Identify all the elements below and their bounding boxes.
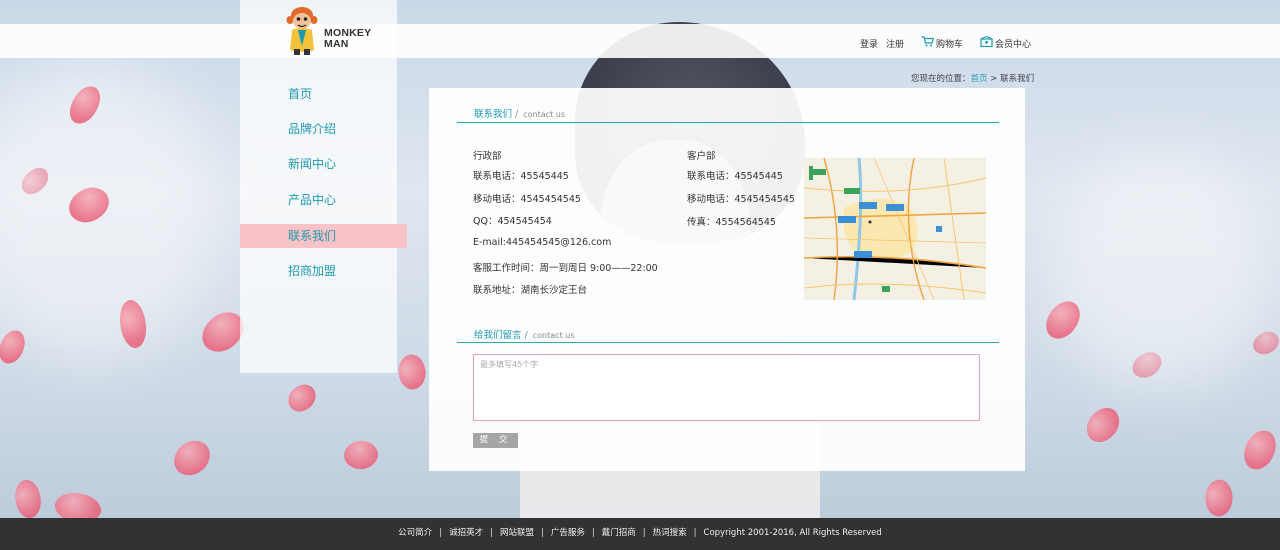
message-textarea[interactable]: 最多填写45个字 [473, 354, 980, 421]
footer-separator: | [642, 528, 646, 538]
sidebar-item-label: 首页 [288, 87, 313, 101]
footer-link-about[interactable]: 公司简介 [398, 518, 432, 549]
breadcrumb-current: 联系我们 [1000, 74, 1035, 84]
admin-heading: 行政部 [473, 151, 502, 162]
section-divider [457, 122, 999, 123]
footer-separator: | [540, 528, 544, 538]
breadcrumb-home-link[interactable]: 首页 [971, 74, 988, 84]
location-map[interactable] [804, 158, 986, 300]
submit-button[interactable]: 提 交 [473, 433, 518, 448]
message-section-title: 给我们留言 / contact us [474, 330, 575, 341]
admin-qq: QQ：454545454 [473, 216, 552, 227]
member-icon[interactable] [980, 36, 993, 47]
logo-wordmark: MONKEY MAN [324, 27, 372, 50]
admin-email: E-mail:445454545@126.com [473, 237, 612, 248]
sidebar-item-label: 品牌介绍 [288, 122, 337, 136]
customer-fax: 传真：4554564545 [687, 217, 776, 228]
footer-link-franchise[interactable]: 戴门招商 [602, 518, 636, 549]
sidebar-item-products[interactable]: 产品中心 [240, 188, 397, 212]
cart-link[interactable]: 购物车 [936, 37, 963, 50]
sidebar-item-home[interactable]: 首页 [240, 82, 397, 106]
map-graphic [804, 158, 986, 300]
footer-link-search[interactable]: 热词搜索 [653, 518, 687, 549]
footer-separator: | [439, 528, 443, 538]
brand-logo[interactable]: MONKEY MAN [286, 6, 371, 58]
footer-link-affiliates[interactable]: 网站联盟 [500, 518, 534, 549]
register-link[interactable]: 注册 [886, 37, 904, 50]
member-center-link[interactable]: 会员中心 [995, 37, 1031, 50]
message-placeholder: 最多填写45个字 [480, 360, 539, 369]
login-link[interactable]: 登录 [860, 37, 878, 50]
sidebar-item-label: 联系我们 [288, 229, 337, 243]
footer: 公司简介 | 诚招英才 | 网站联盟 | 广告服务 | 戴门招商 | 热词搜索 | Copyright … [0, 518, 1280, 550]
sidebar-item-franchise[interactable]: 招商加盟 [240, 259, 397, 283]
sidebar-item-label: 产品中心 [288, 193, 337, 207]
sidebar-item-contact[interactable]: 联系我们 [240, 224, 407, 248]
breadcrumb-prefix: 您现在的位置： [911, 74, 971, 84]
contact-section-title: 联系我们 / contact us [474, 109, 565, 120]
contact-panel: 联系我们 / contact us 行政部 联系电话：45545445 移动电话… [429, 88, 1025, 471]
monkey-logo-icon [286, 7, 318, 55]
customer-phone: 联系电话：45545445 [687, 171, 783, 182]
footer-separator: | [591, 528, 595, 538]
admin-address: 联系地址：湖南长沙定王台 [473, 285, 588, 296]
sidebar-item-label: 招商加盟 [288, 264, 337, 278]
admin-phone: 联系电话：45545445 [473, 171, 569, 182]
footer-separator: | [693, 528, 697, 538]
admin-mobile: 移动电话：4545454545 [473, 194, 581, 205]
breadcrumb: 您现在的位置：首页 > 联系我们 [911, 72, 1034, 84]
customer-heading: 客户部 [687, 151, 716, 162]
section-divider [457, 342, 999, 343]
sidebar-item-brand[interactable]: 品牌介绍 [240, 117, 397, 141]
breadcrumb-separator: > [987, 74, 1001, 84]
footer-separator: | [490, 528, 493, 538]
admin-hours: 客服工作时间：周一到周日 9:00——22:00 [473, 263, 658, 274]
cart-icon[interactable] [921, 36, 934, 47]
footer-link-ads[interactable]: 广告服务 [551, 518, 585, 549]
footer-link-careers[interactable]: 诚招英才 [449, 518, 483, 549]
footer-copyright: Copyright 2001-2016, All Rights Reserved [703, 528, 882, 538]
customer-mobile: 移动电话：4545454545 [687, 194, 795, 205]
sidebar-item-news[interactable]: 新闻中心 [240, 152, 397, 176]
top-navbar [0, 24, 1280, 58]
sidebar-item-label: 新闻中心 [288, 157, 337, 171]
